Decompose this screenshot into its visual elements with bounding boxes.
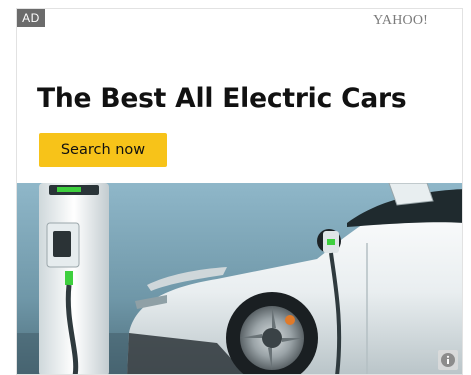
ad-badge: AD <box>17 9 45 27</box>
yahoo-logo: YAHOO! <box>373 13 428 28</box>
charging-station <box>39 183 109 374</box>
search-now-label: Search now <box>60 142 146 158</box>
ad-banner[interactable]: AD YAHOO! The Best All Electric Cars Sea… <box>16 8 463 375</box>
ad-headline: The Best All Electric Cars <box>37 83 407 114</box>
car-charging-image[interactable] <box>17 183 463 375</box>
ad-info-button[interactable] <box>438 350 458 370</box>
search-now-button[interactable]: Search now <box>39 133 167 167</box>
info-icon <box>441 353 455 367</box>
